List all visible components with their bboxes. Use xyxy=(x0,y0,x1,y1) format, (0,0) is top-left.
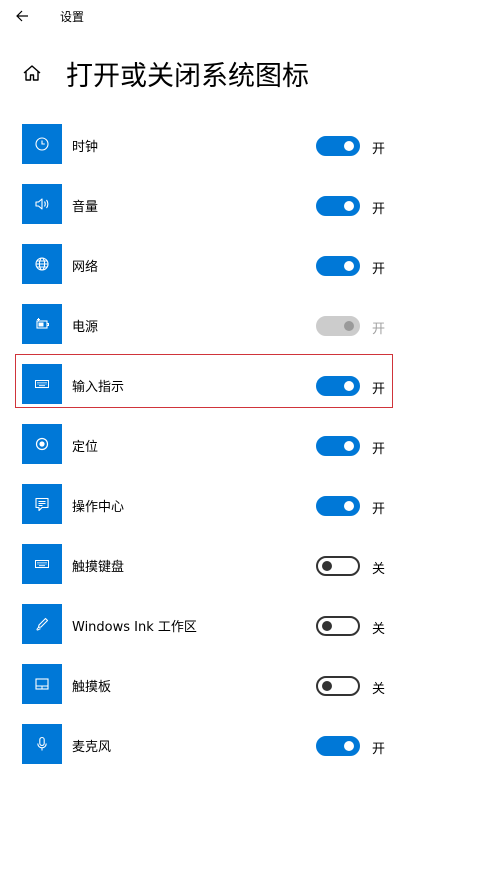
item-label: 网络 xyxy=(72,260,99,275)
touch-keyboard-toggle[interactable] xyxy=(316,556,360,576)
keyboard-icon xyxy=(22,364,62,404)
location-toggle[interactable] xyxy=(316,436,360,456)
item-label: 触摸板 xyxy=(72,680,112,695)
toggle-state-text: 开 xyxy=(372,502,386,517)
battery-power-icon xyxy=(22,304,62,344)
toggle-knob xyxy=(344,321,354,331)
clock-toggle[interactable] xyxy=(316,136,360,156)
title-bar: 设置 xyxy=(0,0,478,34)
toggle-state-text: 开 xyxy=(372,442,386,457)
window-title: 设置 xyxy=(60,10,85,24)
toggle-state-text: 关 xyxy=(372,622,386,637)
item-label: 触摸键盘 xyxy=(72,560,125,575)
toggle-knob xyxy=(322,681,332,691)
list-item-power: 电源 开 xyxy=(0,296,478,356)
item-label: 输入指示 xyxy=(72,380,125,395)
item-label: Windows Ink 工作区 xyxy=(72,620,197,635)
toggle-state-text: 关 xyxy=(372,562,386,577)
toggle-knob xyxy=(344,741,354,751)
page-header: 打开或关闭系统图标 xyxy=(0,50,478,98)
toggle-knob xyxy=(322,621,332,631)
toggle-state-text: 关 xyxy=(372,682,386,697)
toggle-state-text: 开 xyxy=(372,382,386,397)
toggle-state-text: 开 xyxy=(372,742,386,757)
list-item-network: 网络 开 xyxy=(0,236,478,296)
microphone-icon xyxy=(22,724,62,764)
toggle-knob xyxy=(344,201,354,211)
home-icon xyxy=(23,65,41,81)
item-label: 时钟 xyxy=(72,140,99,155)
toggle-knob xyxy=(344,141,354,151)
list-item-action-center: 操作中心 开 xyxy=(0,476,478,536)
item-label: 操作中心 xyxy=(72,500,125,515)
toggle-state-text: 开 xyxy=(372,202,386,217)
network-toggle[interactable] xyxy=(316,256,360,276)
item-label: 定位 xyxy=(72,440,99,455)
action-center-icon xyxy=(22,484,62,524)
toggle-state-text: 开 xyxy=(372,262,386,277)
back-button[interactable] xyxy=(8,2,36,30)
list-item-touch-keyboard: 触摸键盘 关 xyxy=(0,536,478,596)
system-icons-list: 时钟 开 音量 开 网络 开 电源 开 输入指示 开 定位 开 操作中心 开 触… xyxy=(0,116,478,776)
volume-icon xyxy=(22,184,62,224)
home-button[interactable] xyxy=(20,61,44,85)
toggle-knob xyxy=(344,441,354,451)
list-item-windows-ink: Windows Ink 工作区 关 xyxy=(0,596,478,656)
touchpad-toggle[interactable] xyxy=(316,676,360,696)
list-item-microphone: 麦克风 开 xyxy=(0,716,478,776)
toggle-knob xyxy=(344,501,354,511)
back-arrow-icon xyxy=(16,10,28,22)
toggle-knob xyxy=(344,261,354,271)
windows-ink-toggle[interactable] xyxy=(316,616,360,636)
toggle-knob xyxy=(344,381,354,391)
list-item-touchpad: 触摸板 关 xyxy=(0,656,478,716)
item-label: 电源 xyxy=(72,320,99,335)
network-globe-icon xyxy=(22,244,62,284)
windows-ink-pen-icon xyxy=(22,604,62,644)
page-title: 打开或关闭系统图标 xyxy=(66,61,309,92)
input-indicator-toggle[interactable] xyxy=(316,376,360,396)
volume-toggle[interactable] xyxy=(316,196,360,216)
list-item-clock: 时钟 开 xyxy=(0,116,478,176)
item-label: 音量 xyxy=(72,200,99,215)
action-center-toggle[interactable] xyxy=(316,496,360,516)
touchpad-icon xyxy=(22,664,62,704)
toggle-knob xyxy=(322,561,332,571)
list-item-location: 定位 开 xyxy=(0,416,478,476)
clock-icon xyxy=(22,124,62,164)
list-item-volume: 音量 开 xyxy=(0,176,478,236)
power-toggle xyxy=(316,316,360,336)
item-label: 麦克风 xyxy=(72,740,112,755)
touch-keyboard-icon xyxy=(22,544,62,584)
location-icon xyxy=(22,424,62,464)
list-item-input-indicator: 输入指示 开 xyxy=(0,354,478,416)
toggle-state-text: 开 xyxy=(372,322,386,337)
toggle-state-text: 开 xyxy=(372,142,386,157)
microphone-toggle[interactable] xyxy=(316,736,360,756)
